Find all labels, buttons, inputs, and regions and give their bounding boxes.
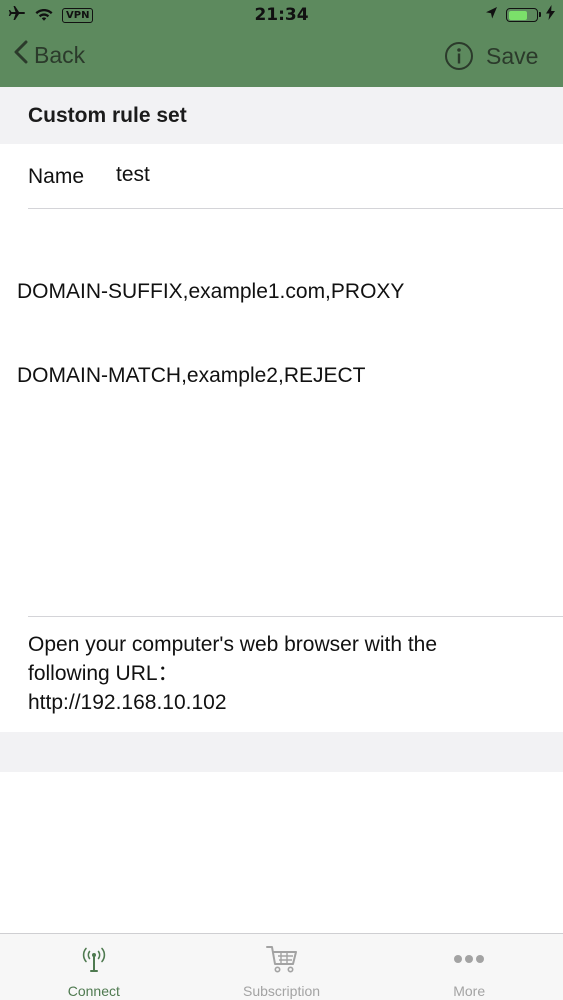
tab-connect[interactable]: Connect — [0, 934, 188, 1000]
location-arrow-icon — [485, 6, 498, 25]
section-footer — [0, 732, 563, 772]
hint-url: http://192.168.10.102 — [28, 691, 227, 714]
rule-line: DOMAIN-SUFFIX,example1.com,PROXY — [17, 280, 405, 303]
rules-text-editor[interactable]: DOMAIN-SUFFIX,example1.com,PROXY DOMAIN-… — [17, 222, 557, 607]
top-bar: VPN 21:34 Back Save — [0, 0, 563, 87]
battery-icon — [506, 8, 541, 22]
tab-label: Connect — [67, 983, 120, 999]
info-button[interactable] — [444, 41, 474, 71]
rule-line: DOMAIN-MATCH,example2,REJECT — [17, 364, 366, 387]
status-bar: VPN 21:34 — [0, 0, 563, 28]
save-button[interactable]: Save — [486, 43, 538, 70]
tab-bar: Connect Subscription More — [0, 933, 563, 1000]
info-icon — [445, 42, 473, 70]
hint-text-line: following URL： — [28, 662, 179, 685]
tab-subscription[interactable]: Subscription — [188, 934, 376, 1000]
charging-bolt-icon — [546, 5, 555, 25]
section-header: Custom rule set — [0, 87, 563, 144]
back-label: Back — [34, 41, 86, 68]
back-button[interactable]: Back — [14, 40, 85, 70]
tab-label: More — [453, 983, 486, 999]
divider — [28, 208, 563, 209]
antenna-icon — [79, 944, 109, 979]
tab-more[interactable]: More — [375, 934, 563, 1000]
status-right — [485, 5, 555, 25]
hint-text-line: Open your computer's web browser with th… — [28, 633, 438, 656]
section-title: Custom rule set — [28, 104, 187, 127]
tab-label: Subscription — [242, 983, 321, 999]
navigation-bar: Back Save — [0, 28, 563, 87]
battery-cap — [539, 12, 541, 17]
more-dots-icon — [451, 944, 487, 979]
name-label: Name — [28, 165, 85, 188]
name-row: Name — [0, 144, 563, 208]
battery-level — [508, 10, 528, 20]
rule-set-editor-screen: VPN 21:34 Back Save Custom rule set Name… — [0, 0, 563, 1000]
divider — [28, 616, 563, 617]
cart-icon — [265, 944, 299, 979]
browser-hint: Open your computer's web browser with th… — [28, 630, 548, 717]
name-input[interactable] — [116, 163, 536, 187]
chevron-left-icon — [14, 40, 28, 70]
status-time: 21:34 — [254, 5, 309, 25]
